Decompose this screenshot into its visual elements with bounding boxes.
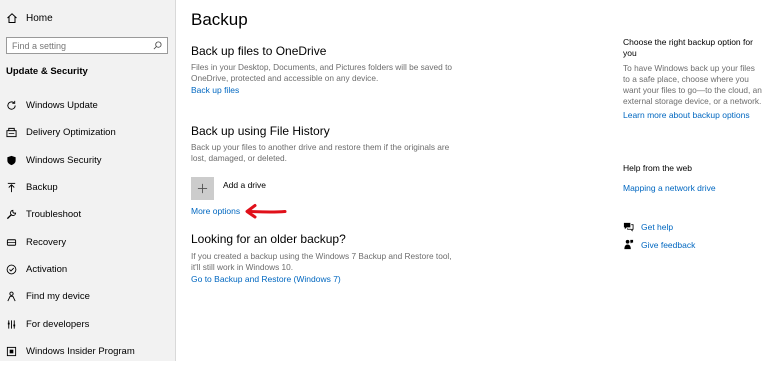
choose-backup-block: Choose the right backup option for you T… <box>623 37 763 120</box>
add-drive-plus-box[interactable] <box>191 177 214 200</box>
sidebar-item-label: Recovery <box>26 236 67 248</box>
get-help-link[interactable]: Get help <box>641 222 673 232</box>
home-icon <box>6 12 18 24</box>
onedrive-description: Files in your Desktop, Documents, and Pi… <box>191 62 453 83</box>
red-arrow-annotation-icon <box>245 204 287 219</box>
sidebar-item-label: Backup <box>26 182 58 194</box>
backup-restore-windows7-link[interactable]: Go to Backup and Restore (Windows 7) <box>191 274 471 284</box>
feedback-icon <box>623 239 634 250</box>
sidebar-item-delivery-optimization[interactable]: Delivery Optimization <box>0 119 176 146</box>
give-feedback-link[interactable]: Give feedback <box>641 240 695 250</box>
more-options-link[interactable]: More options <box>191 206 240 216</box>
file-history-section: Back up using File History Back up your … <box>191 124 471 164</box>
sidebar-item-label: Find my device <box>26 291 90 303</box>
chat-help-icon <box>623 221 634 232</box>
sidebar-nav: Windows Update Delivery Optimization Win… <box>0 92 176 365</box>
shield-icon <box>5 154 17 166</box>
choose-backup-heading: Choose the right backup option for you <box>623 37 753 58</box>
home-nav-item[interactable]: Home <box>6 12 53 24</box>
help-from-web-heading: Help from the web <box>623 163 692 173</box>
page-title: Backup <box>191 10 248 29</box>
sidebar-item-for-developers[interactable]: For developers <box>0 310 176 337</box>
sidebar-item-windows-security[interactable]: Windows Security <box>0 147 176 174</box>
sidebar-item-windows-update[interactable]: Windows Update <box>0 92 176 119</box>
sidebar-item-label: Delivery Optimization <box>26 127 116 139</box>
add-drive-button[interactable]: Add a drive <box>191 177 266 200</box>
section-title: Update & Security <box>6 66 88 77</box>
refresh-icon <box>5 100 17 112</box>
onedrive-heading: Back up files to OneDrive <box>191 44 327 58</box>
search-input[interactable] <box>12 40 142 51</box>
wrench-icon <box>5 209 17 221</box>
give-feedback-row[interactable]: Give feedback <box>623 239 695 250</box>
plus-icon <box>197 183 208 194</box>
sidebar-item-find-my-device[interactable]: Find my device <box>0 283 176 310</box>
file-history-heading: Back up using File History <box>191 124 330 138</box>
sidebar-item-backup[interactable]: Backup <box>0 174 176 201</box>
insider-icon <box>5 345 17 357</box>
sidebar-item-label: Windows Update <box>26 100 98 112</box>
home-label: Home <box>26 12 53 24</box>
add-drive-label: Add a drive <box>223 180 266 190</box>
mapping-network-drive-link[interactable]: Mapping a network drive <box>623 183 716 193</box>
help-from-web-block: Help from the web Mapping a network driv… <box>623 163 716 193</box>
developer-icon <box>5 318 17 330</box>
older-backup-section: Looking for an older backup? If you crea… <box>191 232 471 284</box>
sidebar-item-recovery[interactable]: Recovery <box>0 228 176 255</box>
file-history-description: Back up your files to another drive and … <box>191 142 450 163</box>
get-help-row[interactable]: Get help <box>623 221 673 232</box>
delivery-optimization-icon <box>5 127 17 139</box>
sidebar-item-label: Windows Insider Program <box>26 345 135 357</box>
check-circle-icon <box>5 263 17 275</box>
sidebar: Home Update & Security Windows Update De… <box>0 0 176 361</box>
sidebar-item-label: Activation <box>26 263 68 275</box>
sidebar-item-label: Troubleshoot <box>26 209 82 221</box>
person-location-icon <box>5 291 17 303</box>
back-up-files-link[interactable]: Back up files <box>191 85 471 95</box>
learn-more-backup-link[interactable]: Learn more about backup options <box>623 110 763 120</box>
older-backup-heading: Looking for an older backup? <box>191 232 346 246</box>
sidebar-item-label: For developers <box>26 318 90 330</box>
choose-backup-description: To have Windows back up your files to a … <box>623 63 762 106</box>
backup-arrow-icon <box>5 182 17 194</box>
recovery-icon <box>5 236 17 248</box>
onedrive-section: Back up files to OneDrive Files in your … <box>191 44 471 95</box>
sidebar-item-label: Windows Security <box>26 154 102 166</box>
older-backup-description: If you created a backup using the Window… <box>191 251 452 272</box>
search-icon[interactable] <box>153 37 162 55</box>
search-box[interactable] <box>6 37 168 54</box>
sidebar-item-activation[interactable]: Activation <box>0 256 176 283</box>
sidebar-item-troubleshoot[interactable]: Troubleshoot <box>0 201 176 228</box>
